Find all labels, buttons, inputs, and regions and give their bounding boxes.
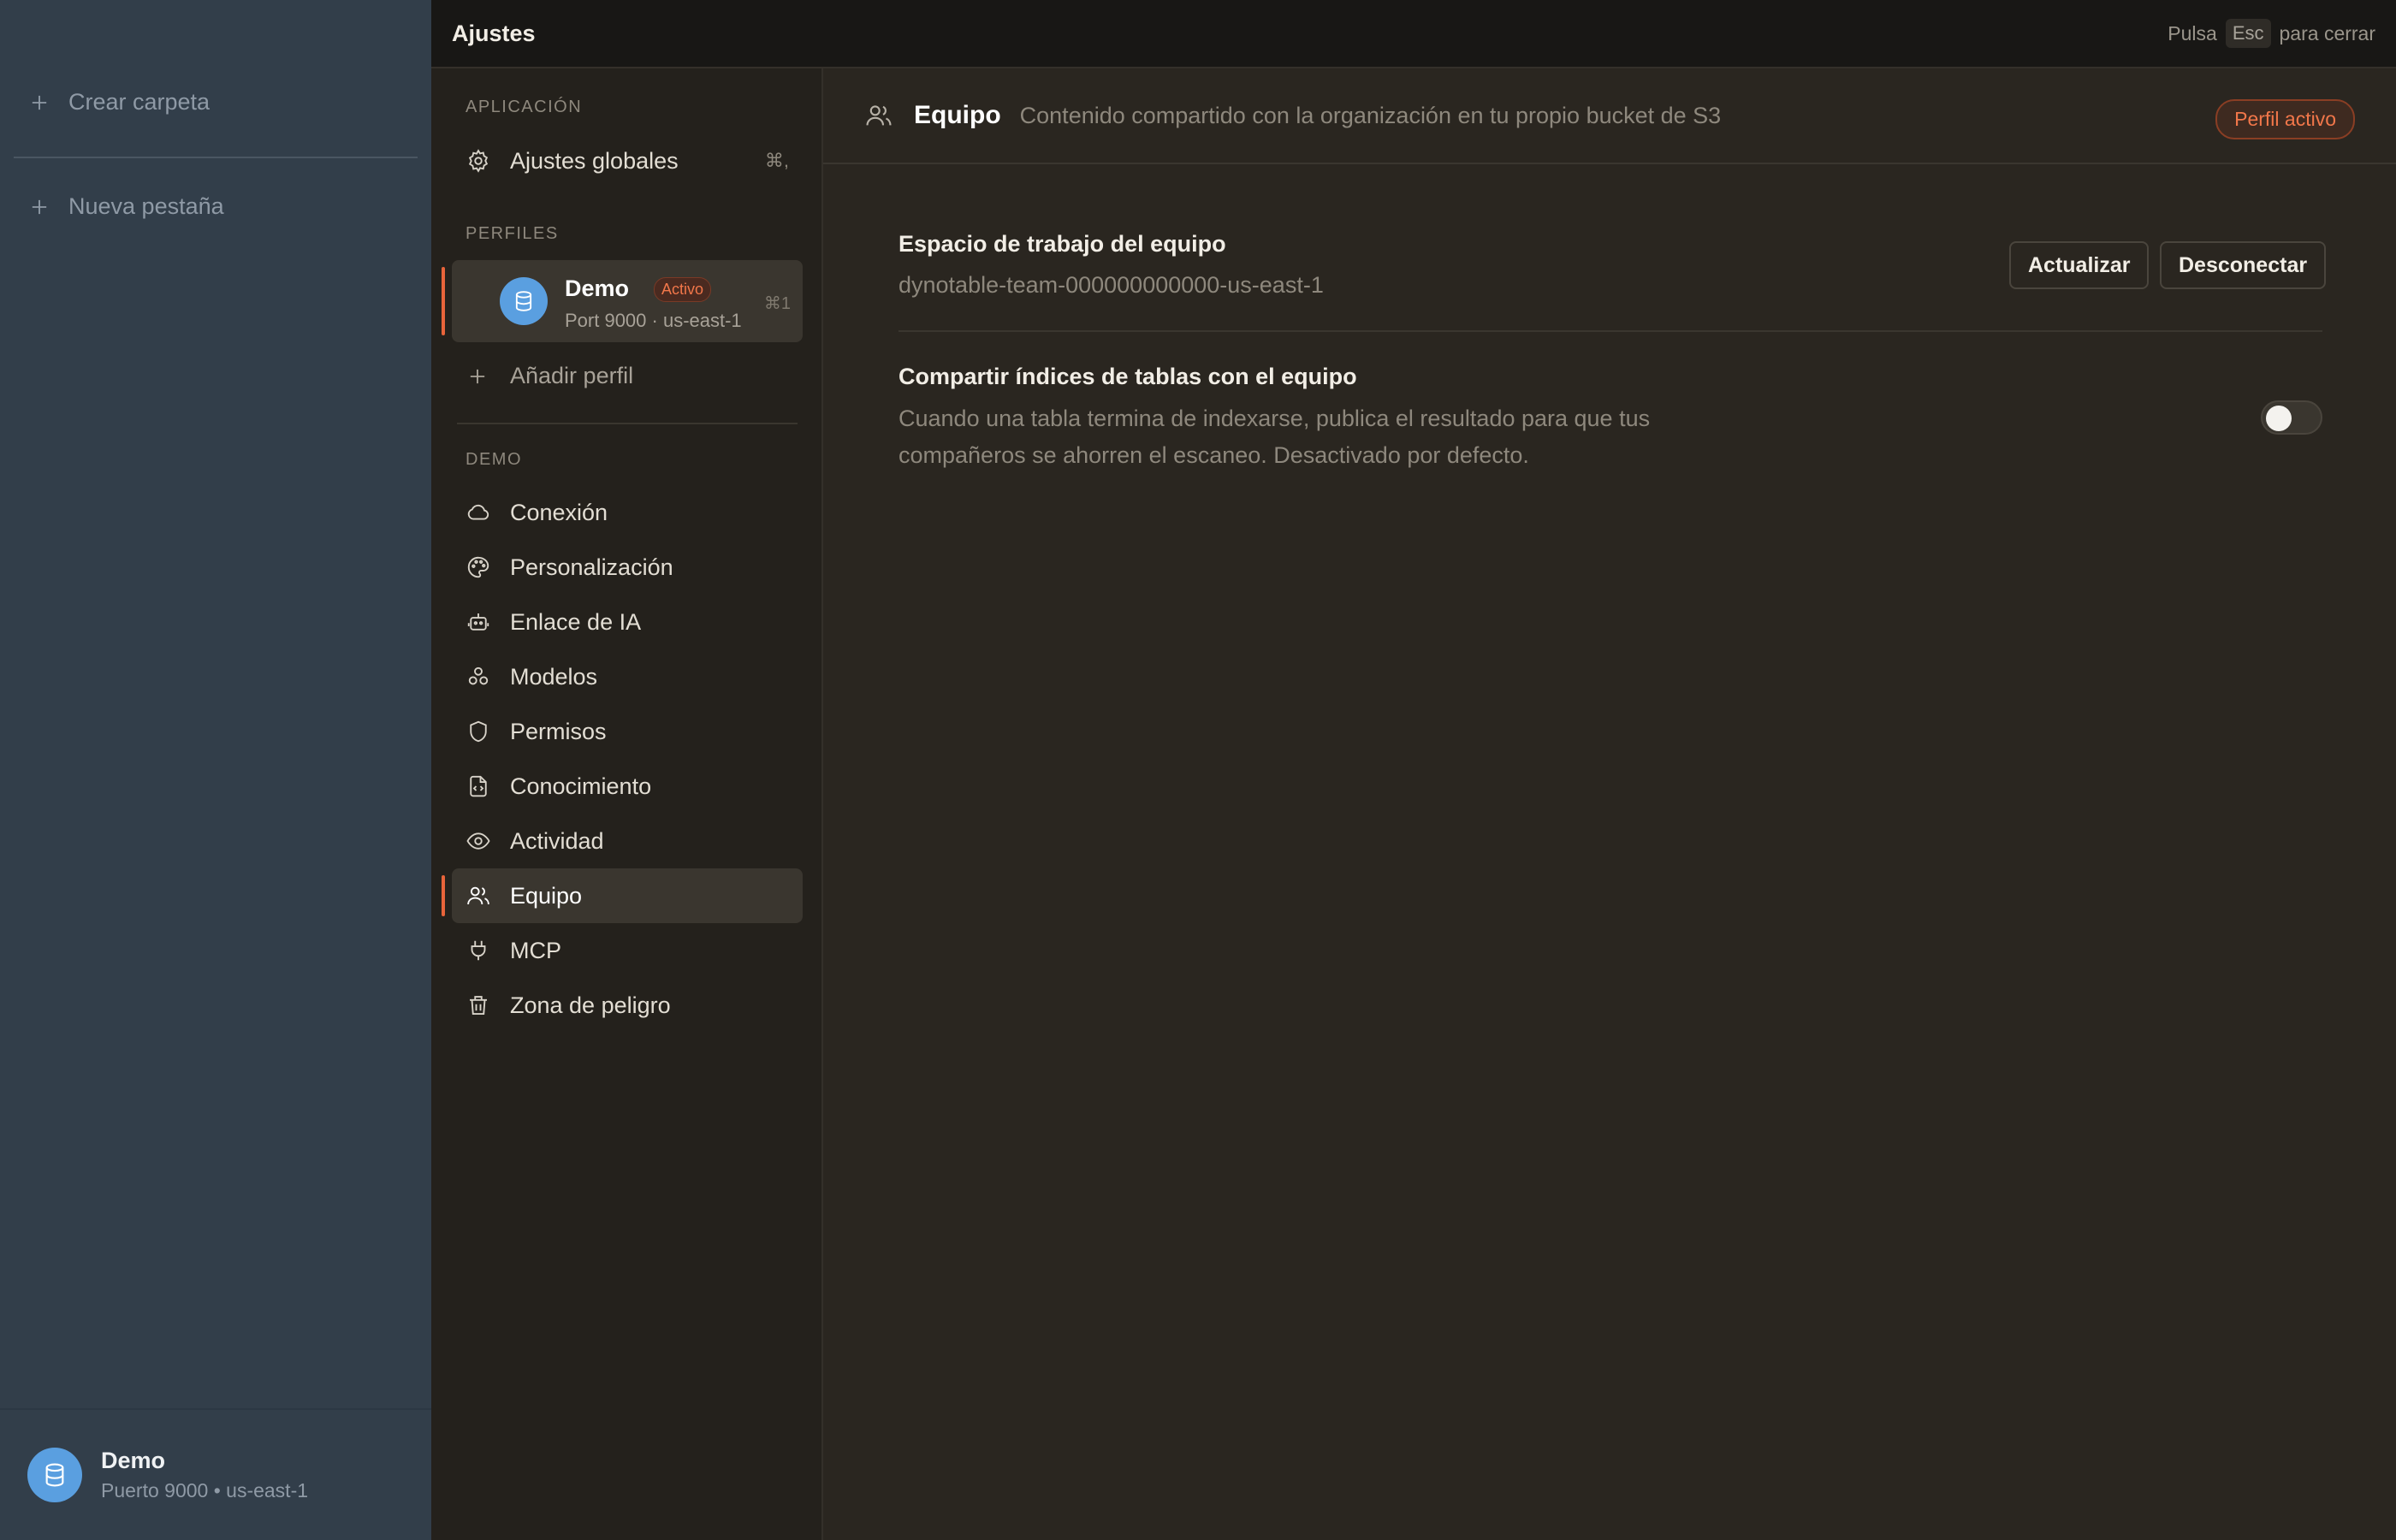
nav-item-knowledge[interactable]: Conocimiento: [452, 759, 803, 814]
nav-item-label: Conocimiento: [510, 773, 652, 799]
profile-item-demo[interactable]: Demo Activo Port 9000 · us-east-1 ⌘1: [452, 260, 803, 342]
nav-item-ai-link[interactable]: Enlace de IA: [452, 595, 803, 649]
active-nav-indicator: [442, 875, 445, 916]
users-icon: [864, 101, 893, 130]
workspace-value: dynotable-team-000000000000-us-east-1: [898, 272, 1324, 298]
disconnect-button[interactable]: Desconectar: [2160, 241, 2327, 289]
nav-item-label: Enlace de IA: [510, 608, 642, 635]
close-hint-press: Pulsa: [2168, 21, 2217, 44]
section-application: APLICACIÓN: [466, 98, 583, 116]
nav-divider: [457, 423, 798, 424]
section-divider: [898, 330, 2322, 332]
nav-item-label: Personalización: [510, 554, 673, 580]
plus-icon: [27, 91, 51, 115]
nav-item-mcp[interactable]: MCP: [452, 923, 803, 978]
toggle-knob: [2266, 406, 2292, 431]
active-profile-indicator: [442, 267, 445, 335]
add-profile-label: Añadir perfil: [510, 363, 634, 388]
section-demo: DEMO: [466, 450, 522, 469]
add-profile-button[interactable]: Añadir perfil: [466, 363, 633, 389]
share-indexes-description: Cuando una tabla termina de indexarse, p…: [898, 406, 1651, 468]
database-icon: [27, 1448, 82, 1502]
nav-item-label: Zona de peligro: [510, 992, 671, 1018]
update-button[interactable]: Actualizar: [2009, 241, 2150, 289]
settings-main: Equipo Contenido compartido con la organ…: [823, 68, 2396, 1540]
share-indexes-title: Compartir índices de tablas con el equip…: [898, 364, 1357, 389]
workspace-title: Espacio de trabajo del equipo: [898, 231, 1226, 257]
profile-details: Port 9000 · us-east-1: [565, 310, 742, 331]
robot-icon: [466, 609, 491, 635]
nav-item-personalization[interactable]: Personalización: [452, 540, 803, 595]
nav-item-activity[interactable]: Actividad: [452, 814, 803, 868]
cloud-icon: [466, 500, 491, 525]
plus-icon: [27, 195, 51, 219]
new-tab-label: Nueva pestaña: [68, 193, 224, 219]
nav-item-permissions[interactable]: Permisos: [452, 704, 803, 759]
gear-icon: [466, 148, 491, 174]
settings-title: Ajustes: [452, 20, 536, 46]
nav-item-label: Actividad: [510, 827, 604, 854]
trash-icon: [466, 992, 491, 1018]
nav-item-label: Conexión: [510, 499, 608, 525]
plug-icon: [466, 938, 491, 963]
connection-footer[interactable]: Demo Puerto 9000 • us-east-1: [0, 1408, 431, 1540]
settings-panel: Ajustes Pulsa Esc para cerrar APLICACIÓN…: [431, 0, 2396, 1540]
close-hint-text: para cerrar: [2279, 21, 2375, 44]
eye-icon: [466, 828, 491, 854]
settings-topbar: Ajustes Pulsa Esc para cerrar: [431, 0, 2396, 68]
nav-item-label: MCP: [510, 937, 561, 963]
status-badge: Activo: [654, 277, 712, 302]
nav-item-label: Equipo: [510, 882, 583, 909]
app-sidebar: Crear carpeta Nueva pestaña Demo Puerto …: [0, 0, 431, 1540]
footer-profile-details: Puerto 9000 • us-east-1: [101, 1479, 309, 1502]
profile-name: Demo: [565, 275, 630, 301]
plus-icon: [466, 364, 489, 388]
active-profile-badge: Perfil activo: [2215, 99, 2355, 139]
nav-item-global-settings[interactable]: Ajustes globales ⌘,: [452, 133, 803, 188]
nav-item-danger-zone[interactable]: Zona de peligro: [452, 978, 803, 1033]
esc-key[interactable]: Esc: [2225, 19, 2271, 48]
share-indexes-toggle[interactable]: [2261, 400, 2322, 435]
page-description: Contenido compartido con la organización…: [1019, 102, 1722, 128]
create-folder-button[interactable]: Crear carpeta: [27, 89, 210, 116]
shield-icon: [466, 719, 491, 744]
section-header: Equipo Contenido compartido con la organ…: [823, 68, 2396, 164]
document-code-icon: [466, 773, 491, 799]
shortcut-hint: ⌘,: [764, 150, 789, 171]
palette-icon: [466, 554, 491, 580]
footer-profile-name: Demo: [101, 1448, 166, 1473]
nav-item-label: Modelos: [510, 663, 598, 690]
settings-nav: APLICACIÓN Ajustes globales ⌘, PERFILES …: [431, 68, 823, 1540]
sidebar-divider: [14, 157, 418, 158]
nav-item-models[interactable]: Modelos: [452, 649, 803, 704]
section-profiles: PERFILES: [466, 224, 559, 243]
close-hint: Pulsa Esc para cerrar: [2168, 19, 2375, 48]
nav-item-label: Permisos: [510, 718, 607, 744]
users-icon: [466, 883, 491, 909]
new-tab-button[interactable]: Nueva pestaña: [27, 193, 224, 220]
shortcut-hint: ⌘1: [763, 294, 791, 313]
create-folder-label: Crear carpeta: [68, 89, 211, 115]
nav-item-team[interactable]: Equipo: [452, 868, 803, 923]
nav-item-label: Ajustes globales: [510, 147, 679, 174]
cubes-icon: [466, 664, 491, 690]
nav-item-connection[interactable]: Conexión: [452, 485, 803, 540]
database-icon: [500, 277, 548, 325]
page-title: Equipo: [914, 101, 1001, 129]
